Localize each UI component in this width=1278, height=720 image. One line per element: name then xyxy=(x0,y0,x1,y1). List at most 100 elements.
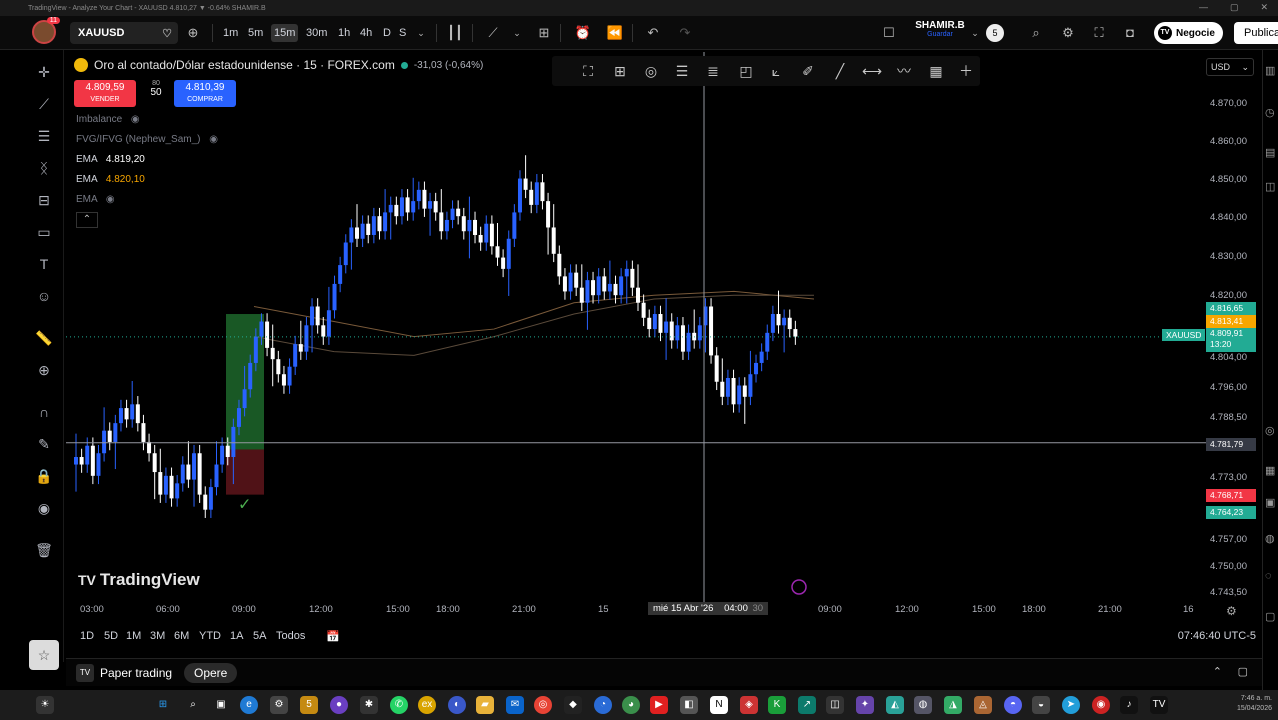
chevron-down-icon[interactable]: ⌄ xyxy=(508,24,526,42)
time-axis[interactable]: 03:00 06:00 09:00 12:00 15:00 18:00 21:0… xyxy=(66,600,1206,620)
target-icon[interactable]: ◎ xyxy=(641,61,661,81)
watchlist-icon[interactable]: ▥ xyxy=(1265,64,1275,77)
timeframe-5m[interactable]: 5m xyxy=(245,24,266,42)
forecast-icon[interactable]: ⊟ xyxy=(34,190,54,210)
zoom-icon[interactable]: ⊕ xyxy=(34,360,54,380)
app-icon[interactable]: K xyxy=(768,696,786,714)
notion-icon[interactable]: N xyxy=(710,696,728,714)
discord-icon[interactable]: ◓ xyxy=(1004,696,1022,714)
path-icon[interactable]: ⟀ xyxy=(766,61,786,81)
chrome-icon[interactable]: ◎ xyxy=(534,696,552,714)
range-6m[interactable]: 6M xyxy=(174,630,189,642)
paper-trading-tab[interactable]: TV Paper trading xyxy=(76,664,172,682)
gear-icon[interactable]: ⚙ xyxy=(1059,24,1077,42)
app-icon[interactable]: ✦ xyxy=(856,696,874,714)
indicators-icon[interactable]: ⟋ xyxy=(484,24,502,42)
alerts-icon[interactable]: ◷ xyxy=(1265,106,1275,119)
chevron-up-icon[interactable]: ⌃ xyxy=(1213,665,1222,678)
replay-icon[interactable]: ⏪ xyxy=(606,24,624,42)
range-5d[interactable]: 5D xyxy=(104,630,118,642)
outlook-icon[interactable]: ✉ xyxy=(506,696,524,714)
eye-icon[interactable]: ◉ xyxy=(131,114,140,125)
chat-icon[interactable]: ◫ xyxy=(1265,180,1275,193)
ruler-icon[interactable]: 📏 xyxy=(34,328,54,348)
data-icon[interactable]: ▤ xyxy=(1265,146,1275,159)
app-icon[interactable]: ◈ xyxy=(740,696,758,714)
pencil-lock-icon[interactable]: ✎ xyxy=(34,434,54,454)
zigzag-icon[interactable]: 〰 xyxy=(894,61,914,81)
expand-icon[interactable]: ▢ xyxy=(1265,610,1275,623)
app-icon[interactable]: ● xyxy=(330,696,348,714)
timeframe-15m[interactable]: 15m xyxy=(271,24,299,42)
add-symbol-icon[interactable]: ⊕ xyxy=(184,24,202,42)
range-1m[interactable]: 1M xyxy=(126,630,141,642)
publish-button[interactable]: Publica xyxy=(1234,22,1278,44)
collapse-legend-button[interactable]: ⌃ xyxy=(76,212,98,228)
app-icon[interactable]: ◍ xyxy=(914,696,932,714)
timeframe-1h[interactable]: 1h xyxy=(335,24,353,42)
app-icon[interactable]: ◫ xyxy=(826,696,844,714)
eye-icon[interactable]: ◉ xyxy=(34,498,54,518)
maximize-panel-icon[interactable]: ▢ xyxy=(1238,665,1248,678)
count-badge[interactable]: 5 xyxy=(986,24,1004,42)
shape-icon[interactable]: ▭ xyxy=(34,222,54,242)
horizontal-lines-icon[interactable]: ☰ xyxy=(34,126,54,146)
trash-icon[interactable]: 🗑 xyxy=(34,540,54,560)
indicator-imbalance[interactable]: Imbalance ◉ xyxy=(76,114,140,125)
system-tray-clock[interactable]: 7:46 a. m. 15/04/2026 xyxy=(1237,694,1272,714)
app-icon[interactable]: ◒ xyxy=(1032,696,1050,714)
indicator-ema-3[interactable]: EMA ◉ xyxy=(76,194,115,205)
range-all[interactable]: Todos xyxy=(276,630,305,642)
help-icon[interactable]: ◌ xyxy=(1265,570,1272,582)
pattern-icon[interactable]: ᛝ xyxy=(34,158,54,178)
indicator-ema-2[interactable]: EMA 4.820,10 xyxy=(76,174,145,185)
trade-now-button[interactable]: Opere xyxy=(184,663,238,683)
range-ytd[interactable]: YTD xyxy=(199,630,221,642)
chart-clock[interactable]: 07:46:40 UTC-5 xyxy=(1178,630,1256,642)
redo-icon[interactable]: ↷ xyxy=(676,24,694,42)
chevron-down-icon[interactable]: ⌄ xyxy=(412,24,430,42)
price-scale[interactable]: 4.870,00 4.860,00 4.850,00 4.840,00 4.83… xyxy=(1206,52,1262,622)
crop-icon[interactable]: ⛶ xyxy=(578,61,598,81)
candles-icon[interactable]: ┃┃ xyxy=(446,24,464,42)
undo-icon[interactable]: ↶ xyxy=(644,24,662,42)
app-icon[interactable]: ◭ xyxy=(886,696,904,714)
timeframe-1m[interactable]: 1m xyxy=(220,24,241,42)
price-chart[interactable]: ✓ xyxy=(66,52,1206,622)
lock-icon[interactable]: 🔒 xyxy=(34,466,54,486)
windows-start-icon[interactable]: ⊞ xyxy=(154,696,172,714)
callout-icon[interactable]: ◰ xyxy=(736,61,756,81)
gear-icon[interactable]: ⚙ xyxy=(1226,604,1237,618)
buy-button[interactable]: 4.810,39 COMPRAR xyxy=(174,80,236,107)
brush-icon[interactable]: ✐ xyxy=(798,61,818,81)
widgets-icon[interactable]: ☀ xyxy=(36,696,54,714)
camera-icon[interactable]: ◘ xyxy=(1121,24,1139,42)
plus-icon[interactable]: ＋ xyxy=(956,61,976,81)
app-icon[interactable]: ex xyxy=(418,696,436,714)
tradingview-app-icon[interactable]: TV xyxy=(1150,696,1168,714)
symbol-title[interactable]: Oro al contado/Dólar estadounidense · 15… xyxy=(74,58,483,72)
range-3m[interactable]: 3M xyxy=(150,630,165,642)
indicator-ema-1[interactable]: EMA 4.819,20 xyxy=(76,154,145,165)
chevron-down-icon[interactable]: ⌄ xyxy=(966,24,984,42)
calendar-range-icon[interactable]: 📅 xyxy=(326,630,340,643)
app-icon[interactable]: ◧ xyxy=(680,696,698,714)
ideas-icon[interactable]: ◎ xyxy=(1265,424,1275,437)
search-icon[interactable]: ⌕ xyxy=(184,696,202,714)
indicator-fvg[interactable]: FVG/IFVG (Nephew_Sam_) ◉ xyxy=(76,134,218,145)
close-icon[interactable]: ✕ xyxy=(1260,2,1268,13)
edge-icon[interactable]: e xyxy=(240,696,258,714)
star-icon[interactable]: ☆ xyxy=(29,640,59,670)
hline-icon[interactable]: ⟷ xyxy=(862,61,882,81)
minimize-icon[interactable]: — xyxy=(1199,2,1208,13)
user-menu[interactable]: SHAMIR.B Guardar xyxy=(905,20,975,38)
tiktok-icon[interactable]: ♪ xyxy=(1120,696,1138,714)
app-icon[interactable]: ◕ xyxy=(622,696,640,714)
timeframe-d[interactable]: D xyxy=(380,24,394,42)
table-icon[interactable]: ▦ xyxy=(926,61,946,81)
eye-icon[interactable]: ◉ xyxy=(106,194,115,205)
news-icon[interactable]: ▣ xyxy=(1265,496,1275,509)
range-5a[interactable]: 5A xyxy=(253,630,266,642)
symbol-search[interactable]: XAUUSD ♡ xyxy=(70,22,178,44)
calendar-icon[interactable]: ▦ xyxy=(1265,464,1275,477)
